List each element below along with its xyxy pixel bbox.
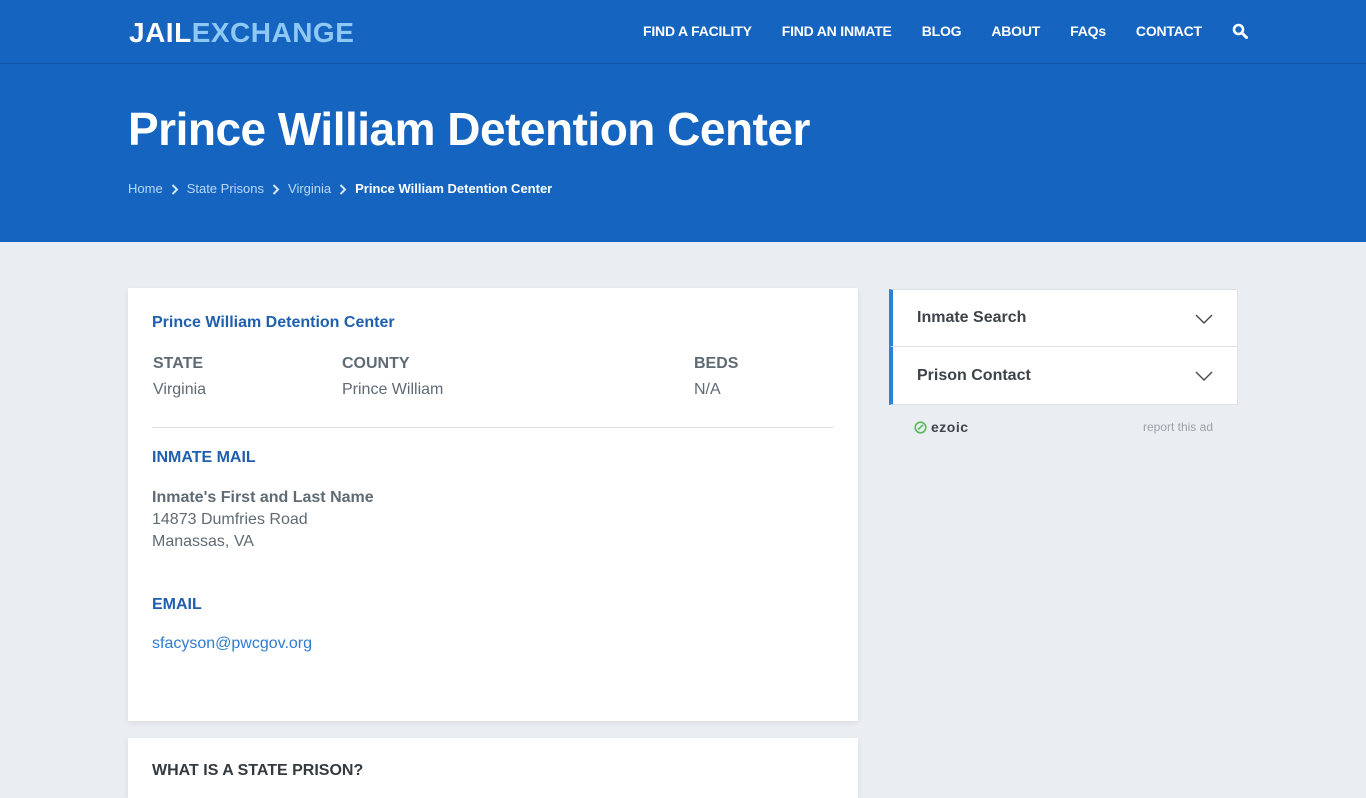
- report-ad-link[interactable]: report this ad: [1143, 420, 1213, 434]
- field-label: COUNTY: [342, 355, 410, 372]
- site-logo[interactable]: JAILEXCHANGE: [129, 16, 354, 50]
- state-prison-info-card: WHAT IS A STATE PRISON?: [128, 738, 858, 798]
- address-street: 14873 Dumfries Road: [152, 511, 308, 528]
- page-hero: Prince William Detention Center Home Sta…: [0, 64, 1366, 242]
- email-link[interactable]: sfacyson@pwcgov.org: [152, 635, 312, 653]
- field-label: BEDS: [694, 355, 739, 372]
- field-county: COUNTY Prince William: [342, 355, 443, 399]
- ezoic-text: ezoic: [931, 419, 969, 435]
- chevron-right-icon: [331, 181, 355, 196]
- accordion-prison-contact[interactable]: Prison Contact: [889, 347, 1238, 405]
- ezoic-icon: [914, 420, 927, 434]
- breadcrumb-virginia[interactable]: Virginia: [288, 181, 331, 196]
- nav-find-an-inmate[interactable]: FIND AN INMATE: [782, 23, 892, 39]
- address-city: Manassas, VA: [152, 533, 254, 550]
- chevron-right-icon: [264, 181, 288, 196]
- field-value: Prince William: [342, 381, 444, 398]
- field-state: STATE Virginia: [153, 355, 206, 399]
- sidebar: Inmate Search Prison Contact: [889, 289, 1238, 405]
- nav-faqs[interactable]: FAQs: [1070, 23, 1106, 39]
- field-beds: BEDS N/A: [694, 355, 738, 399]
- logo-text-jail: JAIL: [129, 17, 192, 48]
- accordion-label: Prison Contact: [917, 366, 1031, 384]
- accordion-inmate-search[interactable]: Inmate Search: [889, 289, 1238, 347]
- breadcrumb-current: Prince William Detention Center: [355, 181, 553, 196]
- field-label: STATE: [153, 355, 204, 372]
- email-heading: EMAIL: [152, 596, 202, 613]
- inmate-mail-heading: INMATE MAIL: [152, 449, 256, 466]
- page-title: Prince William Detention Center: [128, 103, 810, 155]
- breadcrumb-state-prisons[interactable]: State Prisons: [187, 181, 264, 196]
- nav-contact[interactable]: CONTACT: [1136, 23, 1202, 39]
- mailing-address: Inmate's First and Last Name 14873 Dumfr…: [152, 487, 374, 553]
- divider: [152, 427, 834, 428]
- top-navbar: JAILEXCHANGE FIND A FACILITY FIND AN INM…: [0, 0, 1366, 64]
- search-icon[interactable]: [1232, 23, 1248, 39]
- accordion-label: Inmate Search: [917, 309, 1027, 326]
- nav-find-a-facility[interactable]: FIND A FACILITY: [643, 23, 752, 39]
- ezoic-logo[interactable]: ezoic: [914, 419, 969, 435]
- facility-name: Prince William Detention Center: [152, 314, 395, 331]
- main-nav: FIND A FACILITY FIND AN INMATE BLOG ABOU…: [643, 0, 1248, 62]
- breadcrumb-home[interactable]: Home: [128, 181, 163, 196]
- logo-text-exchange: EXCHANGE: [191, 17, 355, 48]
- ad-footer: ezoic report this ad: [889, 418, 1238, 438]
- chevron-down-icon: [1195, 367, 1213, 385]
- field-value: N/A: [694, 381, 721, 398]
- nav-blog[interactable]: BLOG: [922, 23, 962, 39]
- nav-about[interactable]: ABOUT: [991, 23, 1040, 39]
- chevron-right-icon: [163, 181, 187, 196]
- address-name-line: Inmate's First and Last Name: [152, 489, 374, 506]
- facility-card: Prince William Detention Center STATE Vi…: [128, 288, 858, 721]
- chevron-down-icon: [1195, 310, 1213, 328]
- breadcrumb: Home State Prisons Virginia Prince Willi…: [128, 181, 552, 196]
- field-value: Virginia: [153, 381, 207, 398]
- section-heading: WHAT IS A STATE PRISON?: [152, 762, 364, 779]
